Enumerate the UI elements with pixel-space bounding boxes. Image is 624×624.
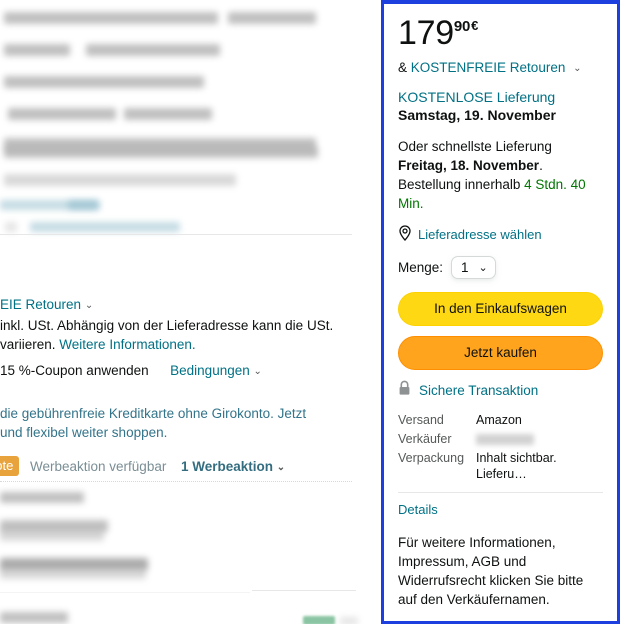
fastest-delivery-block: Oder schnellste Lieferung Freitag, 18. N… bbox=[398, 139, 586, 211]
chevron-down-icon[interactable]: ⌄ bbox=[573, 63, 581, 74]
quantity-value: 1 bbox=[461, 260, 469, 275]
blurred-link-line bbox=[68, 200, 100, 210]
order-within-prefix: Bestellung innerhalb bbox=[398, 177, 521, 192]
blurred-text-line bbox=[228, 12, 316, 24]
blurred-text-line bbox=[4, 44, 70, 56]
blurred-link-line bbox=[30, 222, 180, 232]
blurred-status-chip bbox=[303, 616, 335, 624]
blurred-text-line bbox=[4, 174, 236, 186]
vat-note-line-1: inkl. USt. Abhängig von der Lieferadress… bbox=[0, 318, 334, 333]
promotion-available-label: Werbeaktion verfügbar bbox=[30, 459, 167, 474]
credit-card-promo-line-1: die gebührenfreie Kreditkarte ohne Girok… bbox=[0, 406, 307, 421]
section-divider bbox=[252, 590, 356, 591]
merchant-info-value-blurred[interactable] bbox=[468, 430, 603, 449]
lock-icon bbox=[398, 380, 411, 401]
secure-transaction-row[interactable]: Sichere Transaktion bbox=[398, 380, 603, 401]
blurred-text-line bbox=[0, 530, 104, 541]
chevron-down-icon: ⌄ bbox=[253, 366, 262, 377]
chevron-down-icon: ⌄ bbox=[478, 262, 488, 274]
free-returns-link[interactable]: KOSTENFREIE Retouren bbox=[411, 60, 566, 75]
delivery-address-link[interactable]: Lieferadresse wählen bbox=[418, 227, 542, 242]
location-pin-icon bbox=[398, 225, 412, 244]
quantity-select[interactable]: 1 ⌄ bbox=[451, 256, 496, 279]
free-returns-row[interactable]: & KOSTENFREIE Retouren ⌄ bbox=[398, 60, 603, 75]
buy-now-button[interactable]: Jetzt kaufen bbox=[398, 336, 603, 370]
promotion-badge: bote bbox=[0, 456, 20, 476]
merchant-info-value[interactable]: Amazon bbox=[468, 411, 603, 430]
free-delivery-date: Samstag, 19. November bbox=[398, 107, 556, 123]
merchant-info-key: Verkäufer bbox=[398, 432, 452, 446]
free-delivery-label[interactable]: KOSTENLOSE Lieferung bbox=[398, 88, 603, 106]
section-divider bbox=[0, 234, 352, 235]
buybox-panel: 179 90 € & KOSTENFREIE Retouren ⌄ KOSTEN… bbox=[381, 0, 620, 624]
product-detail-left-column: EIE Retouren ⌄ inkl. USt. Abhängig von d… bbox=[0, 0, 381, 624]
blurred-text-line bbox=[4, 12, 218, 24]
credit-card-promo-line-2: und flexibel weiter shoppen. bbox=[0, 425, 168, 440]
merchant-info-table: Versand Amazon Verkäufer Verpackung Inha… bbox=[398, 411, 603, 484]
blurred-seller-name bbox=[476, 434, 534, 446]
blurred-text-line bbox=[0, 492, 84, 503]
free-returns-link-left[interactable]: EIE Retouren ⌄ bbox=[0, 295, 93, 316]
blurred-text-line bbox=[4, 147, 318, 158]
delivery-address-row[interactable]: Lieferadresse wählen bbox=[398, 225, 603, 244]
price-block: 179 90 € bbox=[398, 16, 603, 50]
secure-transaction-link[interactable]: Sichere Transaktion bbox=[419, 383, 538, 398]
quantity-label: Menge: bbox=[398, 260, 444, 275]
blurred-text-line bbox=[86, 44, 220, 56]
price-fraction: 90 bbox=[453, 18, 471, 35]
blurred-text-line bbox=[124, 108, 212, 120]
price-currency: € bbox=[471, 18, 479, 33]
merchant-info-value: Inhalt sichtbar. Lieferu… bbox=[476, 451, 557, 481]
section-divider bbox=[0, 481, 352, 482]
blurred-text-line bbox=[0, 612, 68, 623]
vat-note-line-2: variieren. Weitere Informationen. bbox=[0, 337, 196, 352]
price-whole: 179 bbox=[398, 14, 454, 52]
more-information-link[interactable]: Weitere Informationen. bbox=[59, 337, 195, 352]
blurred-text-line bbox=[0, 568, 146, 579]
quantity-row: Menge: 1 ⌄ bbox=[398, 256, 603, 279]
blurred-text-line bbox=[8, 108, 116, 120]
returns-prefix: & bbox=[398, 60, 408, 75]
section-divider bbox=[0, 592, 250, 593]
table-row: Versand Amazon bbox=[398, 411, 603, 430]
promotion-count-link[interactable]: 1 Werbeaktion ⌄ bbox=[181, 457, 285, 478]
blurred-text-line bbox=[4, 76, 204, 88]
merchant-info-key: Verpackung bbox=[398, 451, 465, 465]
merchant-info-key: Versand bbox=[398, 413, 444, 427]
table-row: Verpackung Inhalt sichtbar. Lieferu… bbox=[398, 449, 603, 484]
chevron-down-icon: ⌄ bbox=[276, 462, 286, 473]
details-link[interactable]: Details bbox=[398, 502, 603, 517]
fastest-delivery-date: Freitag, 18. November bbox=[398, 158, 540, 173]
coupon-row[interactable]: 15 %-Coupon anwenden Bedingungen ⌄ bbox=[0, 361, 262, 382]
blurred-text-line bbox=[340, 617, 358, 624]
fastest-delivery-intro: Oder schnellste Lieferung bbox=[398, 139, 552, 154]
legal-notice-text: Für weitere Informationen, Impressum, AG… bbox=[398, 535, 584, 607]
blurred-text-line bbox=[5, 222, 17, 232]
section-divider bbox=[398, 492, 603, 493]
chevron-down-icon: ⌄ bbox=[84, 300, 94, 311]
coupon-terms-link[interactable]: Bedingungen bbox=[170, 363, 250, 378]
coupon-label: 15 %-Coupon anwenden bbox=[0, 363, 149, 378]
table-row: Verkäufer bbox=[398, 430, 603, 449]
add-to-cart-button[interactable]: In den Einkaufswagen bbox=[398, 292, 603, 326]
